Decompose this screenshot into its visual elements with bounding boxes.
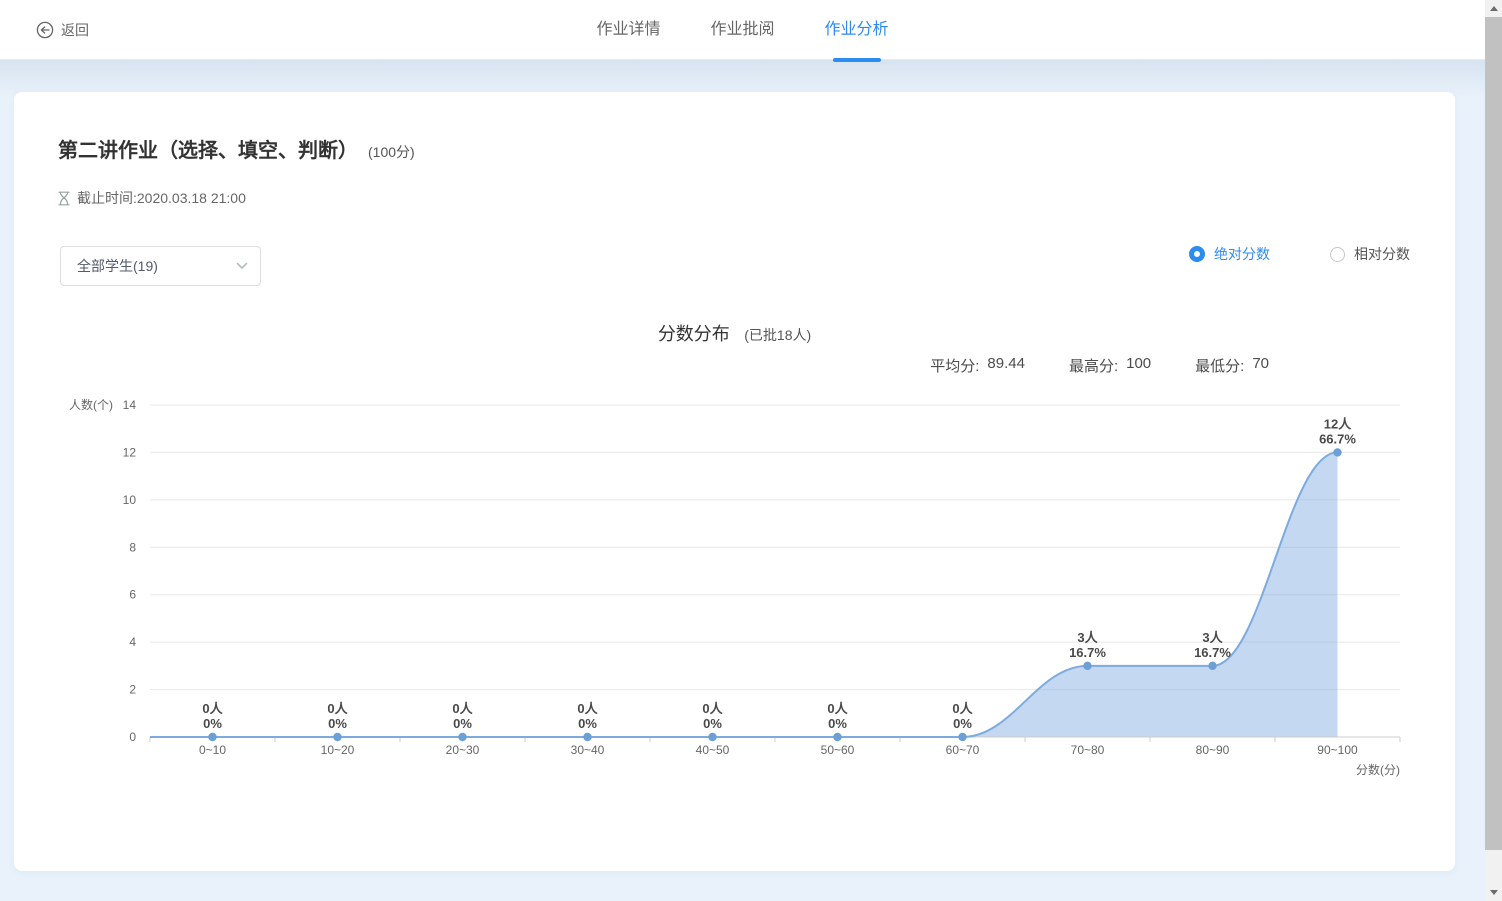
stat-average-value: 89.44 [987,355,1025,376]
assignment-title-row: 第二讲作业（选择、填空、判断） (100分) [58,134,415,163]
point-percent-label: 16.7% [1069,645,1106,660]
x-tick-label: 70~80 [1071,743,1105,757]
y-tick-label: 10 [123,493,137,507]
y-tick-label: 14 [123,398,137,412]
y-tick-label: 6 [129,588,136,602]
radio-selected-icon [1189,246,1205,262]
point-count-label: 0人 [327,701,348,716]
point-percent-label: 0% [828,716,847,731]
radio-unselected-icon [1330,247,1345,262]
radio-absolute-score[interactable]: 绝对分数 [1189,244,1270,264]
x-tick-label: 0~10 [199,743,226,757]
stat-average: 平均分: 89.44 [930,355,1025,376]
student-filter-value: 全部学生(19) [77,256,158,276]
x-tick-label: 20~30 [446,743,480,757]
y-tick-label: 0 [129,730,136,744]
vertical-scrollbar[interactable] [1485,0,1502,901]
point-count-label: 0人 [452,701,473,716]
x-tick-label: 80~90 [1196,743,1230,757]
stat-min: 最低分: 70 [1195,355,1269,376]
scroll-up-button[interactable] [1485,0,1502,17]
x-tick-label: 60~70 [946,743,980,757]
x-tick-label: 10~20 [321,743,355,757]
radio-absolute-label: 绝对分数 [1214,244,1270,264]
stat-max-value: 100 [1126,355,1151,376]
x-tick-label: 40~50 [696,743,730,757]
chart-title: 分数分布 [658,324,730,344]
data-point[interactable] [833,733,841,741]
data-point[interactable] [1333,448,1341,456]
y-tick-label: 4 [129,635,136,649]
data-point[interactable] [208,733,216,741]
student-filter-dropdown[interactable]: 全部学生(19) [60,246,261,286]
page-background: 第二讲作业（选择、填空、判断） (100分) 截止时间:2020.03.18 2… [0,60,1485,901]
chart-heading: 分数分布 (已批18人) [14,320,1455,346]
chart-area: 0 2 4 6 8 10 12 14 人数(个) 分数(分) 0~10 10~20 20~30 30~40… [14,390,1455,790]
point-count-label: 12人 [1324,416,1352,431]
chart-subtitle: (已批18人) [744,327,811,343]
point-percent-label: 0% [328,716,347,731]
point-count-label: 3人 [1202,630,1223,645]
top-navigation-bar: 返回 作业详情 作业批阅 作业分析 [0,0,1485,60]
point-percent-label: 16.7% [1194,645,1231,660]
point-percent-label: 0% [453,716,472,731]
tab-homework-analysis[interactable]: 作业分析 [825,0,889,60]
data-point[interactable] [458,733,466,741]
stat-average-label: 平均分: [930,355,979,376]
point-percent-label: 0% [203,716,222,731]
data-point[interactable] [708,733,716,741]
score-stats-row: 平均分: 89.44 最高分: 100 最低分: 70 [930,355,1269,376]
x-tick-label: 30~40 [571,743,605,757]
x-tick-label: 50~60 [821,743,855,757]
scroll-down-arrow-icon [1490,890,1498,895]
chevron-down-icon [236,262,248,270]
point-count-label: 0人 [202,701,223,716]
tab-homework-details[interactable]: 作业详情 [596,0,660,60]
y-tick-label: 12 [123,445,137,459]
stat-max-label: 最高分: [1069,355,1118,376]
scroll-up-arrow-icon [1490,6,1498,11]
point-count-label: 3人 [1077,630,1098,645]
deadline-text: 截止时间:2020.03.18 21:00 [77,188,246,208]
y-tick-label: 8 [129,540,136,554]
score-mode-radio-group: 绝对分数 相对分数 [1189,245,1410,263]
stat-min-label: 最低分: [1195,355,1244,376]
data-point[interactable] [1083,662,1091,670]
y-axis-title: 人数(个) [69,397,113,412]
scrollbar-thumb[interactable] [1485,17,1502,850]
data-point[interactable] [583,733,591,741]
point-count-label: 0人 [702,701,723,716]
analysis-card: 第二讲作业（选择、填空、判断） (100分) 截止时间:2020.03.18 2… [14,92,1455,871]
tab-homework-review[interactable]: 作业批阅 [710,0,774,60]
tab-bar: 作业详情 作业批阅 作业分析 [0,0,1485,60]
score-distribution-chart[interactable]: 0 2 4 6 8 10 12 14 人数(个) 分数(分) 0~10 10~20 20~30 30~40… [14,390,1455,790]
hourglass-icon [58,191,70,206]
x-tick-label: 90~100 [1317,743,1358,757]
data-point[interactable] [333,733,341,741]
point-percent-label: 66.7% [1319,431,1356,446]
y-tick-label: 2 [129,683,136,697]
x-axis-title: 分数(分) [1356,762,1400,777]
assignment-title: 第二讲作业（选择、填空、判断） [58,134,358,163]
radio-relative-score[interactable]: 相对分数 [1330,244,1410,264]
stat-min-value: 70 [1252,355,1269,376]
data-point[interactable] [958,733,966,741]
point-percent-label: 0% [578,716,597,731]
data-point[interactable] [1208,662,1216,670]
radio-relative-label: 相对分数 [1354,244,1410,264]
point-count-label: 0人 [952,701,973,716]
point-count-label: 0人 [827,701,848,716]
point-percent-label: 0% [953,716,972,731]
assignment-total-score: (100分) [368,142,415,162]
point-percent-label: 0% [703,716,722,731]
stat-max: 最高分: 100 [1069,355,1151,376]
point-count-label: 0人 [577,701,598,716]
scroll-down-button[interactable] [1485,884,1502,901]
deadline-row: 截止时间:2020.03.18 21:00 [58,188,246,208]
